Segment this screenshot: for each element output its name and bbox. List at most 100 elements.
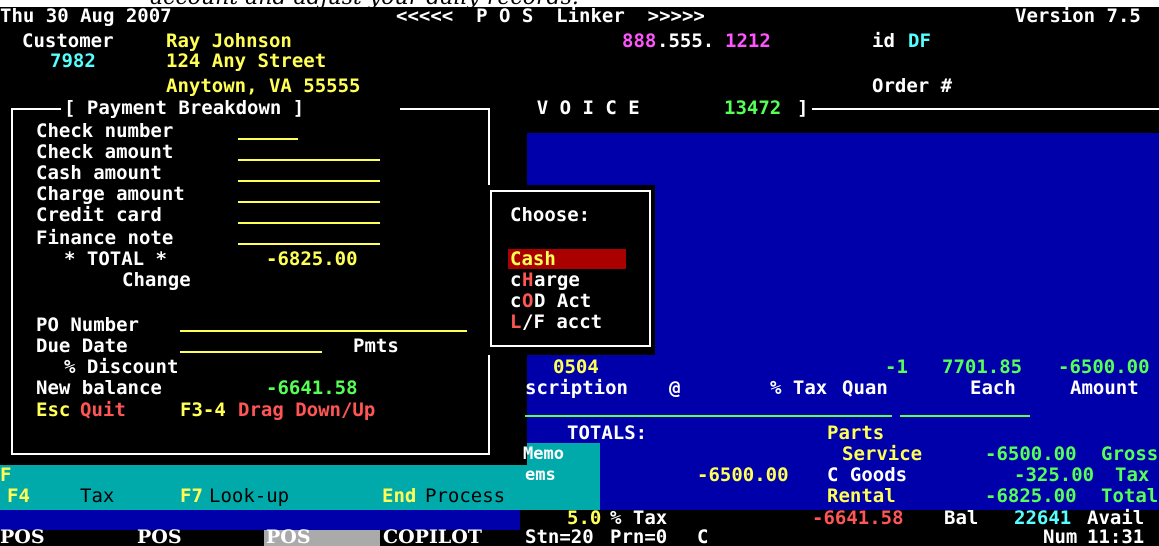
col-at: @	[669, 377, 681, 399]
col-amount: Amount	[1070, 377, 1139, 399]
option-cod-pre[interactable]: c	[510, 291, 521, 312]
memo-label: Memo	[523, 444, 564, 464]
f3-4-key[interactable]: F3-4	[180, 400, 226, 421]
total-value: -6825.00	[266, 248, 358, 270]
customer-city: Anytown, VA 55555	[166, 75, 361, 97]
f7-lookup-label[interactable]: Look-up	[209, 486, 289, 507]
drag-action[interactable]: Drag Down/Up	[238, 400, 375, 421]
due-date-field[interactable]	[180, 351, 322, 353]
option-charge-pre[interactable]: c	[510, 270, 521, 291]
invoice-rule	[812, 108, 1159, 110]
line-item-code[interactable]: 0504	[553, 357, 599, 378]
option-charge-hotkey[interactable]: H	[522, 270, 533, 291]
end-process-label[interactable]: Process	[425, 486, 505, 507]
check-amount-label: Check amount	[36, 141, 174, 163]
option-cod-post[interactable]: D Act	[534, 291, 591, 312]
phone-last: 1212	[725, 30, 771, 52]
payment-title: [ Payment Breakdown ]	[64, 97, 305, 119]
status-tab-copilot[interactable]: COPILOT	[383, 527, 482, 546]
po-number-field[interactable]	[180, 330, 467, 332]
check-number-label: Check number	[36, 120, 174, 142]
f4-tax-label[interactable]: Tax	[80, 486, 114, 507]
entry-line-each	[900, 415, 1030, 417]
charge-amount-label: Charge amount	[36, 183, 185, 205]
check-number-field[interactable]	[238, 138, 298, 140]
version-label: Version 7.5	[1015, 5, 1141, 27]
finance-note-label: Finance note	[36, 227, 174, 249]
tax-label: Tax	[1115, 464, 1150, 486]
charge-amount-field[interactable]	[238, 201, 380, 203]
payment-border-bottom	[11, 453, 490, 455]
po-number-label: PO Number	[36, 314, 139, 336]
totals-label: TOTALS:	[567, 422, 648, 444]
status-clock: 11:31	[1087, 526, 1145, 546]
customer-street: 124 Any Street	[166, 50, 327, 72]
status-c: C	[697, 526, 709, 546]
status-station: Stn=20	[525, 526, 594, 546]
total-amount-label: Total	[1101, 485, 1159, 507]
customer-name[interactable]: Ray Johnson	[166, 31, 292, 52]
status-num: Num	[1043, 526, 1078, 546]
invoice-number: 13472	[724, 97, 782, 119]
rental-label: Rental	[827, 485, 896, 507]
id-label: id	[872, 30, 895, 52]
col-description: scription	[525, 377, 628, 399]
line-item-each: 7701.85	[942, 356, 1023, 378]
gross-label: Gross	[1101, 443, 1159, 465]
option-cash-text[interactable]: Cash	[510, 249, 556, 270]
status-printer: Prn=0	[610, 526, 668, 546]
cash-amount-label: Cash amount	[36, 162, 162, 184]
credit-card-field[interactable]	[238, 222, 380, 224]
end-key[interactable]: End	[382, 486, 416, 507]
status-tab-pos-2[interactable]: POS	[137, 527, 182, 546]
option-lf-hotkey[interactable]: L	[510, 312, 521, 333]
parts-label: Parts	[827, 422, 885, 444]
phone-mid: .555.	[657, 30, 715, 52]
pmts-label: Pmts	[353, 335, 399, 357]
payment-border-top-left	[11, 108, 61, 110]
tax-value: -325.00	[1014, 464, 1095, 486]
f7-key[interactable]: F7	[180, 486, 203, 507]
f4-key[interactable]: F4	[7, 486, 30, 507]
change-label: Change	[122, 269, 191, 291]
customer-number: 7982	[50, 50, 96, 72]
items-value: -6500.00	[697, 464, 789, 486]
gross-value: -6500.00	[985, 443, 1077, 465]
status-tab-pos-3[interactable]: POS	[266, 527, 311, 546]
due-date-label: Due Date	[36, 335, 128, 357]
discount-label: % Discount	[64, 356, 179, 378]
col-each: Each	[970, 377, 1016, 399]
total-label: * TOTAL *	[64, 248, 167, 270]
cash-amount-field[interactable]	[238, 180, 380, 182]
finance-note-field[interactable]	[238, 243, 380, 245]
payment-border-left	[11, 108, 13, 454]
new-balance-label: New balance	[36, 377, 162, 399]
items-label: ems	[525, 465, 556, 485]
date-display: Thu 30 Aug 2007	[0, 5, 172, 27]
app-title: <<<<< P O S Linker >>>>>	[396, 5, 705, 27]
service-label: Service	[842, 443, 923, 465]
line-item-qty: -1	[885, 356, 908, 378]
option-charge-post[interactable]: arge	[534, 270, 580, 291]
order-label: Order #	[872, 75, 953, 97]
new-balance-value: -6641.58	[266, 377, 358, 399]
phone-area: 888	[622, 30, 657, 52]
esc-key[interactable]: Esc	[36, 400, 70, 421]
col-tax: % Tax	[770, 377, 828, 399]
payment-border-top-right	[400, 108, 490, 110]
option-cod-hotkey[interactable]: O	[522, 291, 533, 312]
quit-action[interactable]: Quit	[80, 400, 126, 421]
option-lf-post[interactable]: /F acct	[522, 312, 602, 333]
pos-terminal-screen: account and adjust your daily records. T…	[0, 0, 1159, 546]
line-item-amount: -6500.00	[1058, 356, 1150, 378]
id-value: DF	[908, 30, 931, 52]
invoice-bracket: ]	[797, 97, 809, 119]
balance-label: Bal	[944, 507, 979, 529]
credit-card-label: Credit card	[36, 204, 162, 226]
choose-title: Choose:	[510, 204, 591, 226]
f-key-partial[interactable]: F	[0, 465, 11, 486]
cgoods-label: C Goods	[827, 464, 908, 486]
total-amount: -6825.00	[985, 485, 1077, 507]
status-tab-pos-1[interactable]: POS	[0, 527, 45, 546]
check-amount-field[interactable]	[238, 159, 380, 161]
